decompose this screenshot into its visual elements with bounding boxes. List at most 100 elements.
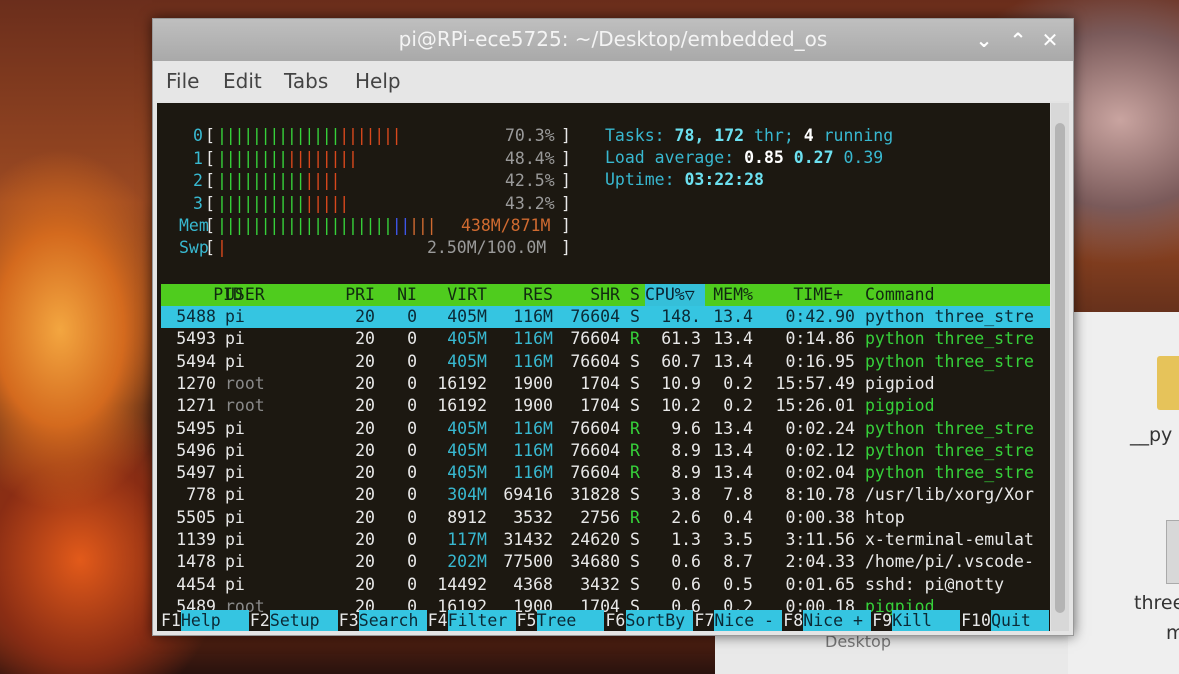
cell-pid: 5496 [176,440,216,460]
fkey-f9[interactable]: F9 [872,610,892,631]
cell-time: 3:11.56 [785,530,855,549]
cpu-percent: 42.5% [505,171,555,190]
fkey-f2-label[interactable]: Setup [269,610,338,631]
table-row[interactable]: 1270 root 20 0 16192 1900 1704 S 10.9 0.2 15:57.49… [161,373,1050,395]
cell-virt: 405M [447,307,487,326]
process-table-header[interactable]: PID USER PRI NI VIRT RES SHR S CPU%▽ MEM% TIME+ Com… [161,284,1050,306]
fkey-f2[interactable]: F2 [250,610,270,631]
column-header-user[interactable]: USER [225,284,265,306]
table-row[interactable]: 5494 pi 20 0 405M 116M 76604 S 60.7 13.4 0:16.95 py… [161,351,1050,373]
column-header-pri[interactable]: PRI [345,284,375,306]
column-header-virt[interactable]: VIRT [447,284,487,306]
cell-command: python three_stre [865,463,1034,483]
table-row[interactable]: 5505 pi 20 0 8912 3532 2756 R 2.6 0.4 0:00.38 htop [161,507,1050,529]
fkey-f7-label[interactable]: Nice - [714,610,783,631]
fkey-f10-label[interactable]: Quit [991,610,1049,631]
cell-cpu: 9.6 [671,418,701,438]
fkey-f10[interactable]: F10 [961,610,991,631]
function-key-bar: F1 Help F2 Setup F3 Search F4 Filter F5 Tree F6 Sor… [161,610,1050,631]
column-header-time[interactable]: TIME+ [793,284,843,306]
cell-res: 4368 [513,574,553,594]
column-header-res[interactable]: RES [523,284,553,306]
menu-file[interactable]: File [166,69,199,93]
table-row[interactable]: 1271 root 20 0 16192 1900 1704 S 10.2 0.2 15:26.01… [161,395,1050,417]
cell-user: pi [225,463,245,483]
minimize-button[interactable]: ⌄ [971,27,997,53]
terminal-area[interactable]: 0[||||||||||||||||||||| 70.3%] 1[|||||||||… [157,103,1050,631]
swap-usage-bar: | [217,238,227,257]
table-row[interactable]: 5496 pi 20 0 405M 116M 76604 R 8.9 13.4 0:02.12 pyt… [161,440,1050,462]
cell-state: S [630,396,640,416]
fkey-f6[interactable]: F6 [606,610,626,631]
fkey-f1[interactable]: F1 [161,610,181,631]
cell-pri: 20 [355,329,375,349]
fkey-f1-label[interactable]: Help [181,610,249,631]
cell-ni: 0 [407,485,417,505]
swap-value: 2.50M/100.0M [427,238,547,257]
cell-virt: 202M [447,552,487,572]
maximize-button[interactable]: ⌃ [1005,27,1031,53]
cell-shr: 76604 [570,351,620,371]
cpu-usage-bar: |||||||||||||| [217,171,340,190]
table-row[interactable]: 5493 pi 20 0 405M 116M 76604 R 61.3 13.4 0:14.86 py… [161,328,1050,350]
close-button[interactable]: ✕ [1037,27,1063,53]
terminal-scrollbar[interactable] [1051,103,1069,631]
cell-mem: 0.2 [723,396,753,416]
cell-command: /home/pi/.vscode- [865,552,1034,572]
cell-command: /usr/lib/xorg/Xor [865,485,1034,505]
table-row[interactable]: 1478 pi 20 0 202M 77500 34680 S 0.6 8.7 2:04.33/ho… [161,551,1050,573]
cell-virt: 405M [447,351,487,371]
cell-pri: 20 [355,418,375,438]
fkey-f5[interactable]: F5 [517,610,537,631]
scrollbar-thumb[interactable] [1055,123,1065,613]
menu-tabs[interactable]: Tabs [284,69,328,93]
cell-state: R [630,507,640,527]
menu-help[interactable]: Help [355,69,401,93]
cell-ni: 0 [407,351,417,371]
table-row[interactable]: 1139 pi 20 0 117M 31432 24620 S 1.3 3.5 3:11.56 x-t… [161,529,1050,551]
column-header-mem[interactable]: MEM% [713,284,753,306]
fkey-f3-label[interactable]: Search [358,610,427,631]
fkey-f7[interactable]: F7 [694,610,714,631]
fkey-f8[interactable]: F8 [783,610,803,631]
cell-ni: 0 [407,440,417,460]
table-row[interactable]: 5497 pi 20 0 405M 116M 76604 R 8.9 13.4 0:02.04 pyt… [161,462,1050,484]
cell-res: 116M [513,440,553,460]
table-row[interactable]: 778 pi 20 0 304M 69416 31828 S 3.8 7.8 8:10.78/usr… [161,484,1050,506]
cell-time: 0:02.24 [785,418,855,438]
tasks-line: Tasks: 78, 172 thr; 4 running [605,126,894,145]
title-bar[interactable]: pi@RPi-ece5725: ~/Desktop/embedded_os ⌄ … [153,19,1073,61]
cell-cpu: 10.9 [661,373,701,393]
fkey-f4[interactable]: F4 [428,610,448,631]
cell-res: 116M [513,329,553,349]
table-row[interactable]: 4454 pi 20 0 14492 4368 3432 S 0.6 0.5 0:01.65 sshd… [161,574,1050,596]
fkey-f6-label[interactable]: SortBy [625,610,694,631]
table-row[interactable]: 5495 pi 20 0 405M 116M 76604 R 9.6 13.4 0:02.24 pyt… [161,418,1050,440]
column-header-state[interactable]: S [630,284,640,306]
fkey-f3[interactable]: F3 [339,610,359,631]
cell-time: 0:16.95 [785,351,855,371]
fkey-f5-label[interactable]: Tree [536,610,605,631]
fkey-f8-label[interactable]: Nice + [803,610,872,631]
cell-shr: 76604 [570,418,620,438]
cell-shr: 3432 [580,574,620,594]
meter-bracket: [ [205,171,215,190]
cell-pri: 20 [355,440,375,460]
column-header-command[interactable]: Command [865,284,935,306]
meter-bracket: [ [205,216,215,235]
cell-state: S [630,351,640,371]
menu-edit[interactable]: Edit [223,69,262,93]
cell-pri: 20 [355,396,375,416]
column-header-cpu[interactable]: CPU%▽ [645,284,705,306]
cell-virt: 405M [447,418,487,438]
cpu-label: 1 [193,148,203,168]
cpu-usage-bar: ||||||||||||||| [217,193,349,213]
column-header-shr[interactable]: SHR [590,284,620,306]
cell-time: 0:00.38 [785,507,855,527]
meter-bracket: ] [561,193,571,213]
fkey-f9-label[interactable]: Kill [892,610,961,631]
table-row[interactable]: 5488 pi 20 0 405M 116M 76604 S 148. 13.4 0:42.90 py… [161,306,1050,328]
column-header-ni[interactable]: NI [397,284,417,306]
fkey-f4-label[interactable]: Filter [447,610,516,631]
cell-time: 0:02.12 [785,440,855,460]
